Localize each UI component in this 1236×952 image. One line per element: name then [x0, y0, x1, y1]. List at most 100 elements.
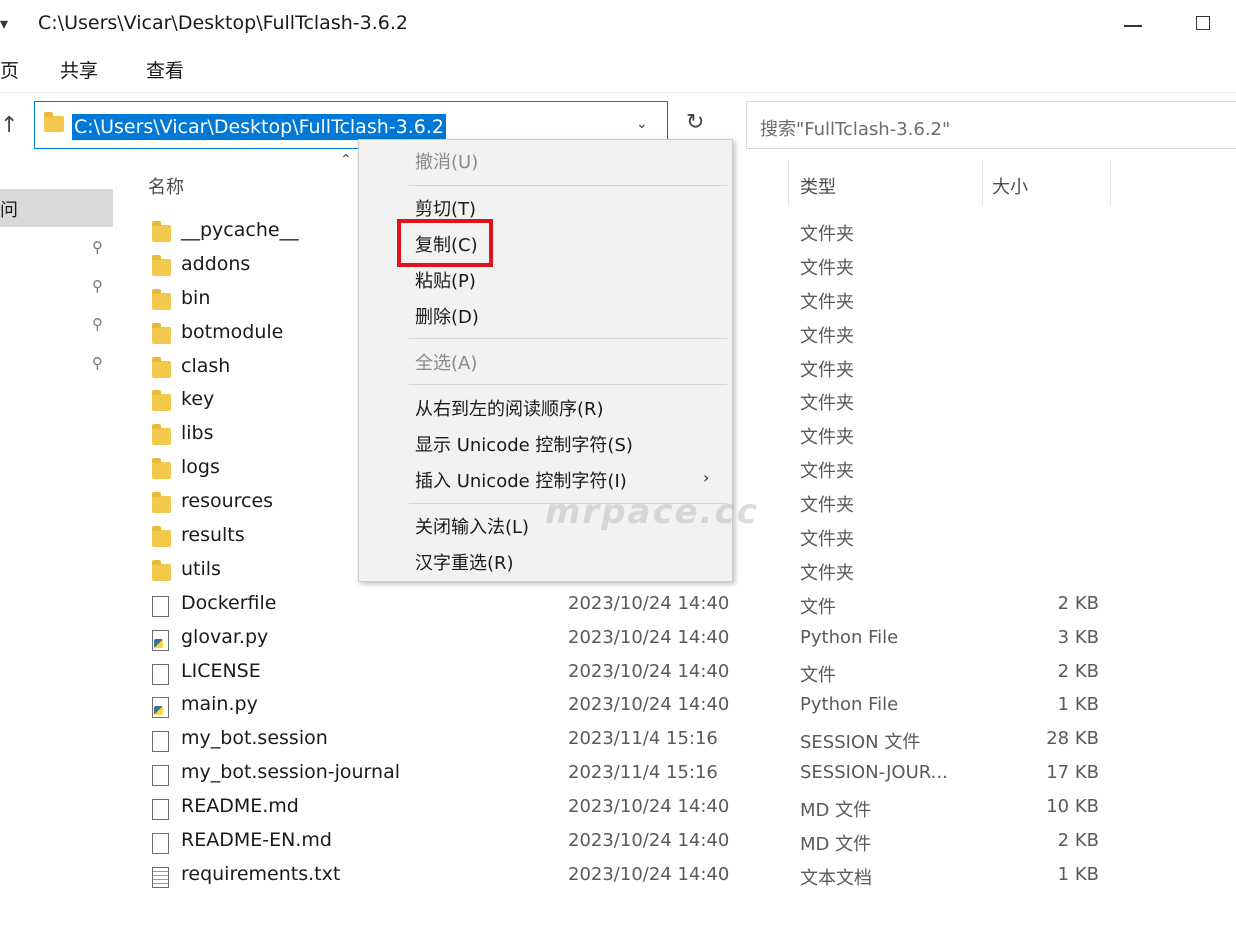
context-menu-item[interactable]: 显示 Unicode 控制字符(S) [415, 431, 633, 457]
file-date: 2023/11/4 15:16 [568, 762, 718, 784]
file-row[interactable]: glovar.py 2023/10/24 14:40 Python File 3 KB [146, 623, 1146, 657]
column-header-size[interactable]: 大小 [992, 173, 1028, 199]
context-menu-item[interactable]: 删除(D) [415, 303, 479, 329]
column-divider[interactable] [1110, 160, 1111, 206]
file-name: key [181, 388, 215, 411]
file-name: README.md [181, 795, 299, 818]
file-name: Dockerfile [181, 591, 277, 614]
context-menu-item[interactable]: 汉字重选(R) [415, 549, 514, 575]
file-name: README-EN.md [181, 829, 332, 852]
quick-access-dropdown-icon[interactable]: ▾ [0, 14, 8, 33]
file-row[interactable]: README.md 2023/10/24 14:40 MD 文件 10 KB [146, 792, 1146, 826]
folder-icon [152, 254, 171, 276]
python-file-icon [152, 629, 169, 651]
copy-highlight-box [397, 219, 493, 267]
folder-icon [152, 322, 171, 344]
folder-icon [152, 288, 171, 310]
minimize-button[interactable] [1122, 8, 1146, 40]
folder-icon [152, 424, 171, 446]
file-type: MD 文件 [800, 834, 872, 856]
file-type: SESSION-JOUR... [800, 762, 948, 784]
context-menu-separator [409, 185, 727, 186]
file-row[interactable]: my_bot.session-journal 2023/11/4 15:16 SES… [146, 758, 1146, 792]
file-row[interactable]: main.py 2023/10/24 14:40 Python File 1 KB [146, 690, 1146, 724]
file-type: 文件夹 [800, 359, 854, 381]
file-size: 2 KB [1057, 830, 1099, 852]
file-type: 文件夹 [800, 393, 854, 415]
file-row[interactable]: requirements.txt 2023/10/24 14:40 文本文档 1 KB [146, 860, 1146, 894]
up-arrow-icon[interactable]: ↑ [0, 113, 18, 138]
file-size: 3 KB [1057, 626, 1099, 648]
pin-icon[interactable]: ⚲ [92, 354, 103, 372]
tab-home[interactable]: 页 [0, 56, 19, 83]
file-row[interactable]: Dockerfile 2023/10/24 14:40 文件 2 KB [146, 589, 1146, 623]
file-icon [152, 765, 169, 787]
context-menu-item[interactable]: 剪切(T) [415, 195, 476, 221]
folder-icon [152, 492, 171, 514]
file-row[interactable]: README-EN.md 2023/10/24 14:40 MD 文件 2 KB [146, 826, 1146, 860]
file-name: requirements.txt [181, 862, 341, 885]
file-type: 文件夹 [800, 461, 854, 483]
file-date: 2023/10/24 14:40 [568, 626, 730, 648]
sort-ascending-icon: ⌃ [340, 152, 352, 168]
address-path-input[interactable]: C:\Users\Vicar\Desktop\FullTclash-3.6.2 [72, 114, 446, 140]
column-divider[interactable] [982, 160, 983, 206]
file-date: 2023/10/24 14:40 [568, 796, 730, 818]
file-type: Python File [800, 626, 899, 648]
pin-icon[interactable]: ⚲ [92, 238, 103, 256]
file-date: 2023/10/24 14:40 [568, 863, 730, 885]
context-menu-separator [409, 384, 727, 385]
file-size: 1 KB [1057, 863, 1099, 885]
file-type: 文件夹 [800, 291, 854, 313]
file-type: 文件 [800, 664, 836, 686]
file-name: my_bot.session-journal [181, 761, 401, 784]
file-icon [152, 663, 169, 685]
file-name: bin [181, 286, 211, 309]
context-menu-item[interactable]: 粘贴(P) [415, 267, 476, 293]
file-name: my_bot.session [181, 727, 328, 750]
tab-share[interactable]: 共享 [60, 56, 98, 83]
folder-icon [152, 221, 171, 242]
context-menu-item[interactable]: 插入 Unicode 控制字符(I) [415, 467, 627, 493]
context-menu-item[interactable]: 全选(A) [415, 349, 477, 375]
file-name: clash [181, 354, 231, 377]
file-icon [152, 799, 169, 821]
context-menu-item[interactable]: 关闭输入法(L) [415, 513, 529, 539]
column-header-type[interactable]: 类型 [800, 173, 836, 199]
context-menu-item[interactable]: 从右到左的阅读顺序(R) [415, 395, 604, 421]
file-date: 2023/11/4 15:16 [568, 728, 718, 750]
maximize-button[interactable] [1196, 16, 1210, 30]
refresh-icon[interactable]: ↻ [686, 110, 704, 135]
file-icon [152, 731, 169, 753]
file-icon [152, 833, 169, 855]
file-type: 文件夹 [800, 325, 854, 347]
file-size: 28 KB [1046, 728, 1099, 750]
search-placeholder: 搜索"FullTclash-3.6.2" [760, 119, 951, 140]
file-row[interactable]: LICENSE 2023/10/24 14:40 文件 2 KB [146, 657, 1146, 691]
file-date: 2023/10/24 14:40 [568, 592, 730, 614]
python-file-icon [152, 697, 169, 719]
file-type: SESSION 文件 [800, 732, 921, 754]
file-size: 1 KB [1057, 694, 1099, 716]
chevron-down-icon[interactable]: ⌄ [636, 116, 648, 132]
file-size: 10 KB [1046, 796, 1099, 818]
folder-icon [152, 390, 171, 412]
file-size: 2 KB [1057, 660, 1099, 682]
file-row[interactable]: my_bot.session 2023/11/4 15:16 SESSION 文件 2… [146, 724, 1146, 758]
tab-view[interactable]: 查看 [146, 56, 184, 83]
column-divider[interactable] [788, 160, 789, 206]
file-size: 2 KB [1057, 592, 1099, 614]
pin-icon[interactable]: ⚲ [92, 277, 103, 295]
context-menu-item[interactable]: 撤消(U) [415, 148, 478, 174]
column-header-name[interactable]: 名称 [148, 173, 184, 199]
window-title: C:\Users\Vicar\Desktop\FullTclash-3.6.2 [38, 12, 408, 34]
file-date: 2023/10/24 14:40 [568, 694, 730, 716]
file-date: 2023/10/24 14:40 [568, 830, 730, 852]
pin-icon[interactable]: ⚲ [92, 315, 103, 333]
file-type: Python File [800, 694, 899, 716]
folder-icon [152, 526, 171, 548]
folder-icon [152, 559, 171, 581]
nav-item-label: 问 [0, 200, 18, 221]
file-name: LICENSE [181, 659, 261, 682]
file-name: resources [181, 490, 274, 513]
